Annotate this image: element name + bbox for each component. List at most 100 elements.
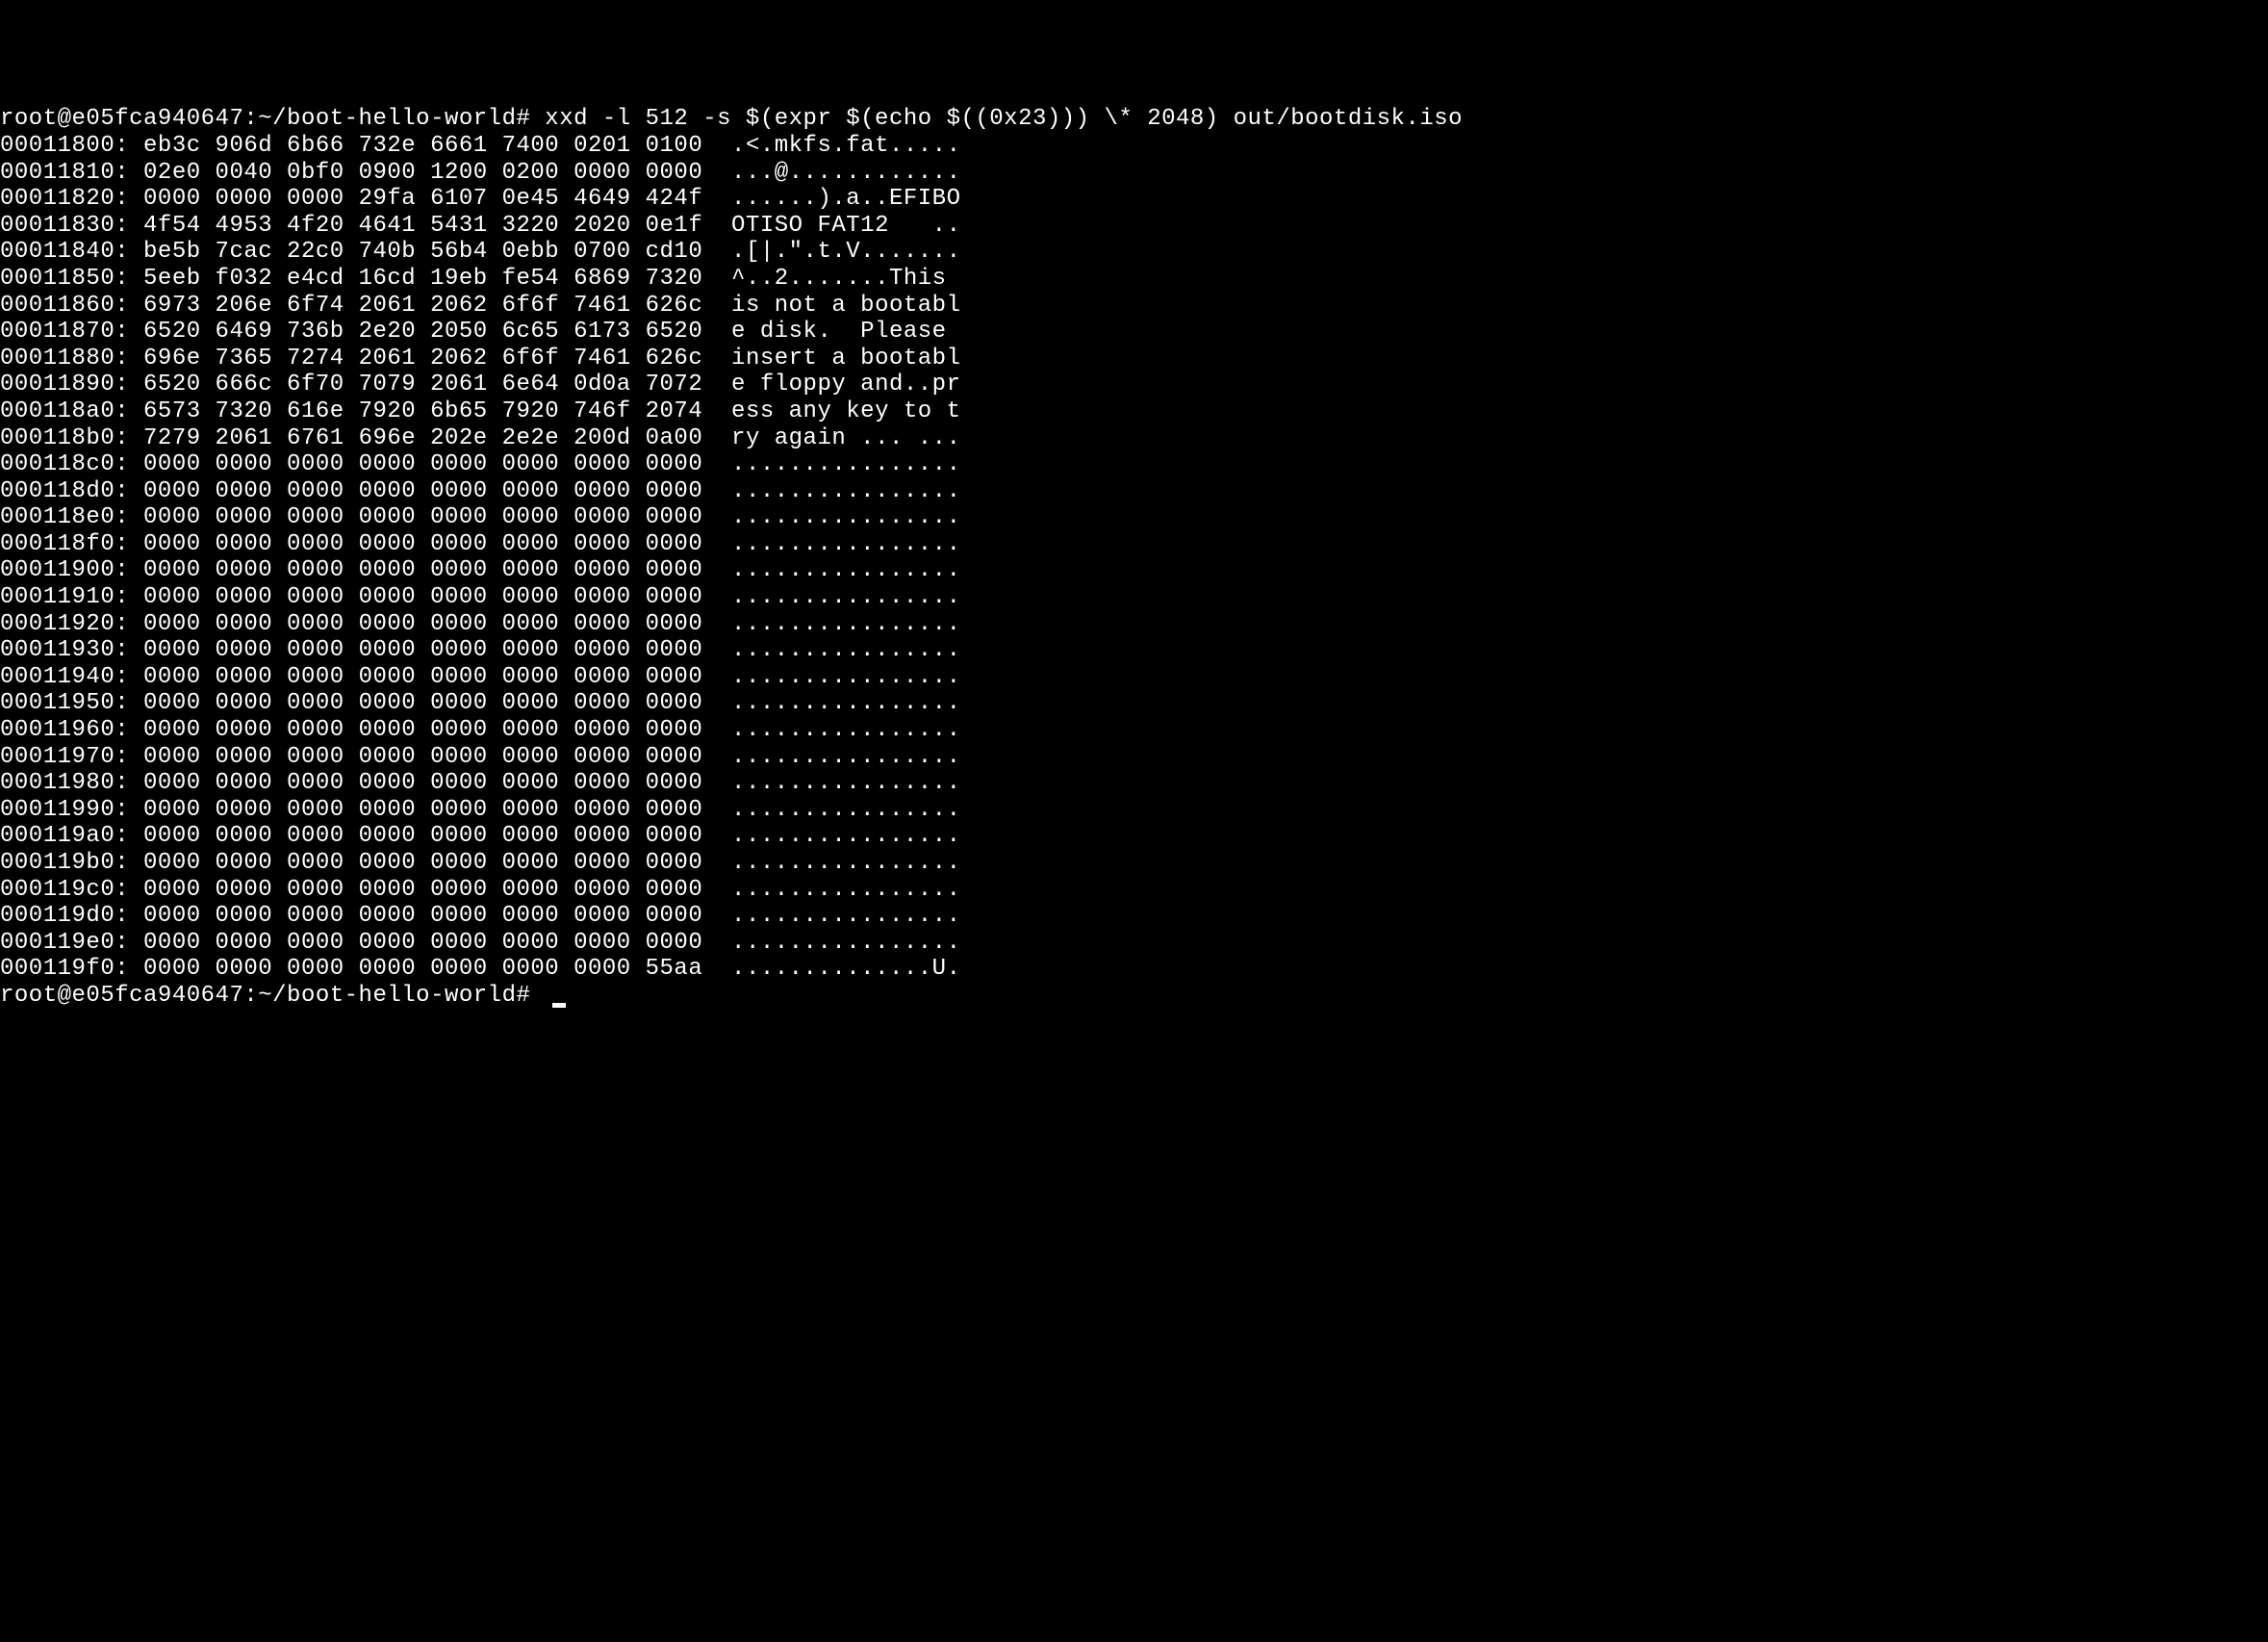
hex-ascii: ^..2.......This [731,266,960,292]
hex-bytes: 0000 0000 0000 0000 0000 0000 0000 0000 [143,504,702,530]
hex-ascii: ................ [731,451,960,477]
hex-ascii: .[|.".t.V....... [731,239,960,265]
hexdump-row: 00011990: 0000 0000 0000 0000 0000 0000 … [0,797,2268,824]
hex-offset: 000118d0 [0,478,115,504]
hex-offset: 000119e0 [0,930,115,956]
hex-bytes: 0000 0000 0000 0000 0000 0000 0000 0000 [143,478,702,504]
hex-offset: 000119c0 [0,877,115,903]
hex-bytes: 6520 666c 6f70 7079 2061 6e64 0d0a 7072 [143,372,702,398]
hex-offset: 00011960 [0,717,115,743]
hex-bytes: 0000 0000 0000 0000 0000 0000 0000 0000 [143,770,702,796]
hex-offset: 00011910 [0,584,115,610]
hex-offset: 00011870 [0,319,115,345]
hex-offset: 00011880 [0,346,115,372]
hex-bytes: 0000 0000 0000 0000 0000 0000 0000 0000 [143,717,702,743]
hexdump-row: 000118e0: 0000 0000 0000 0000 0000 0000 … [0,504,2268,531]
hex-ascii: ................ [731,930,960,956]
hex-bytes: 0000 0000 0000 0000 0000 0000 0000 0000 [143,451,702,477]
hex-ascii: ................ [731,531,960,557]
hex-bytes: 0000 0000 0000 0000 0000 0000 0000 0000 [143,930,702,956]
hex-offset: 00011860 [0,293,115,319]
hexdump-row: 000118b0: 7279 2061 6761 696e 202e 2e2e … [0,425,2268,452]
hex-ascii: .<.mkfs.fat..... [731,133,960,159]
hex-bytes: 0000 0000 0000 0000 0000 0000 0000 0000 [143,584,702,610]
hex-ascii: OTISO FAT12 .. [731,213,960,239]
hexdump-row: 000119d0: 0000 0000 0000 0000 0000 0000 … [0,903,2268,930]
hex-offset: 00011810 [0,160,115,186]
hexdump-row: 000119a0: 0000 0000 0000 0000 0000 0000 … [0,823,2268,850]
hex-offset: 000118a0 [0,398,115,424]
hexdump-row: 00011840: be5b 7cac 22c0 740b 56b4 0ebb … [0,239,2268,266]
hexdump-row: 00011890: 6520 666c 6f70 7079 2061 6e64 … [0,372,2268,398]
hex-offset: 00011840 [0,239,115,265]
hex-ascii: ry again ... ... [731,425,960,451]
hex-bytes: 0000 0000 0000 0000 0000 0000 0000 0000 [143,797,702,823]
hex-offset: 00011990 [0,797,115,823]
hex-ascii: ................ [731,504,960,530]
terminal-output[interactable]: root@e05fca940647:~/boot-hello-world# xx… [0,106,2268,1009]
hexdump-row: 00011810: 02e0 0040 0bf0 0900 1200 0200 … [0,160,2268,187]
prompt-line[interactable]: root@e05fca940647:~/boot-hello-world# [0,983,2268,1010]
hexdump-row: 00011960: 0000 0000 0000 0000 0000 0000 … [0,717,2268,744]
hex-bytes: 0000 0000 0000 0000 0000 0000 0000 0000 [143,744,702,770]
hexdump-row: 00011900: 0000 0000 0000 0000 0000 0000 … [0,557,2268,584]
hex-bytes: eb3c 906d 6b66 732e 6661 7400 0201 0100 [143,133,702,159]
hex-offset: 000118e0 [0,504,115,530]
hex-offset: 000119d0 [0,903,115,929]
hexdump-row: 00011980: 0000 0000 0000 0000 0000 0000 … [0,770,2268,797]
hexdump-row: 000119e0: 0000 0000 0000 0000 0000 0000 … [0,930,2268,957]
hex-ascii: ................ [731,557,960,583]
hexdump-row: 000118a0: 6573 7320 616e 7920 6b65 7920 … [0,398,2268,425]
hex-ascii: e disk. Please [731,319,960,345]
hex-bytes: 0000 0000 0000 0000 0000 0000 0000 0000 [143,823,702,849]
hexdump-row: 00011970: 0000 0000 0000 0000 0000 0000 … [0,744,2268,771]
hex-ascii: ................ [731,637,960,663]
hexdump-row: 00011880: 696e 7365 7274 2061 2062 6f6f … [0,346,2268,372]
hex-offset: 00011930 [0,637,115,663]
hex-bytes: 696e 7365 7274 2061 2062 6f6f 7461 626c [143,346,702,372]
hex-bytes: 0000 0000 0000 0000 0000 0000 0000 0000 [143,531,702,557]
hex-offset: 00011890 [0,372,115,398]
hex-ascii: ................ [731,903,960,929]
shell-prompt: root@e05fca940647:~/boot-hello-world# [0,983,545,1009]
hexdump-row: 000119c0: 0000 0000 0000 0000 0000 0000 … [0,877,2268,904]
hex-bytes: 6973 206e 6f74 2061 2062 6f6f 7461 626c [143,293,702,319]
hex-ascii: ................ [731,823,960,849]
hex-offset: 00011800 [0,133,115,159]
hexdump-row: 00011950: 0000 0000 0000 0000 0000 0000 … [0,690,2268,717]
hex-ascii: ................ [731,770,960,796]
hexdump-row: 00011940: 0000 0000 0000 0000 0000 0000 … [0,664,2268,691]
hexdump-row: 00011920: 0000 0000 0000 0000 0000 0000 … [0,611,2268,638]
hex-ascii: insert a bootabl [731,346,960,372]
hex-bytes: 0000 0000 0000 0000 0000 0000 0000 0000 [143,850,702,876]
hexdump-row: 000119f0: 0000 0000 0000 0000 0000 0000 … [0,956,2268,983]
hex-ascii: ................ [731,744,960,770]
hex-ascii: ................ [731,877,960,903]
hex-offset: 00011920 [0,611,115,637]
hex-offset: 000118c0 [0,451,115,477]
hex-ascii: ................ [731,850,960,876]
hex-ascii: ................ [731,584,960,610]
hex-ascii: ................ [731,664,960,690]
hex-bytes: 0000 0000 0000 0000 0000 0000 0000 0000 [143,557,702,583]
hexdump-row: 000118f0: 0000 0000 0000 0000 0000 0000 … [0,531,2268,558]
hex-offset: 000119a0 [0,823,115,849]
hex-bytes: 6520 6469 736b 2e20 2050 6c65 6173 6520 [143,319,702,345]
hex-ascii: ..............U. [731,956,960,982]
hex-offset: 00011970 [0,744,115,770]
hex-bytes: 0000 0000 0000 0000 0000 0000 0000 0000 [143,611,702,637]
hex-offset: 00011820 [0,186,115,212]
hex-bytes: 0000 0000 0000 0000 0000 0000 0000 0000 [143,903,702,929]
cursor [552,1003,566,1008]
hex-ascii: ................ [731,797,960,823]
hexdump-row: 00011820: 0000 0000 0000 29fa 6107 0e45 … [0,186,2268,213]
hexdump-row: 00011850: 5eeb f032 e4cd 16cd 19eb fe54 … [0,266,2268,293]
hex-bytes: 7279 2061 6761 696e 202e 2e2e 200d 0a00 [143,425,702,451]
command-line: root@e05fca940647:~/boot-hello-world# xx… [0,106,2268,133]
hex-ascii: ................ [731,717,960,743]
hex-bytes: 0000 0000 0000 0000 0000 0000 0000 0000 [143,664,702,690]
hex-offset: 000119b0 [0,850,115,876]
hex-ascii: ................ [731,611,960,637]
hex-bytes: 0000 0000 0000 0000 0000 0000 0000 0000 [143,690,702,716]
hex-ascii: ...@............ [731,160,960,186]
